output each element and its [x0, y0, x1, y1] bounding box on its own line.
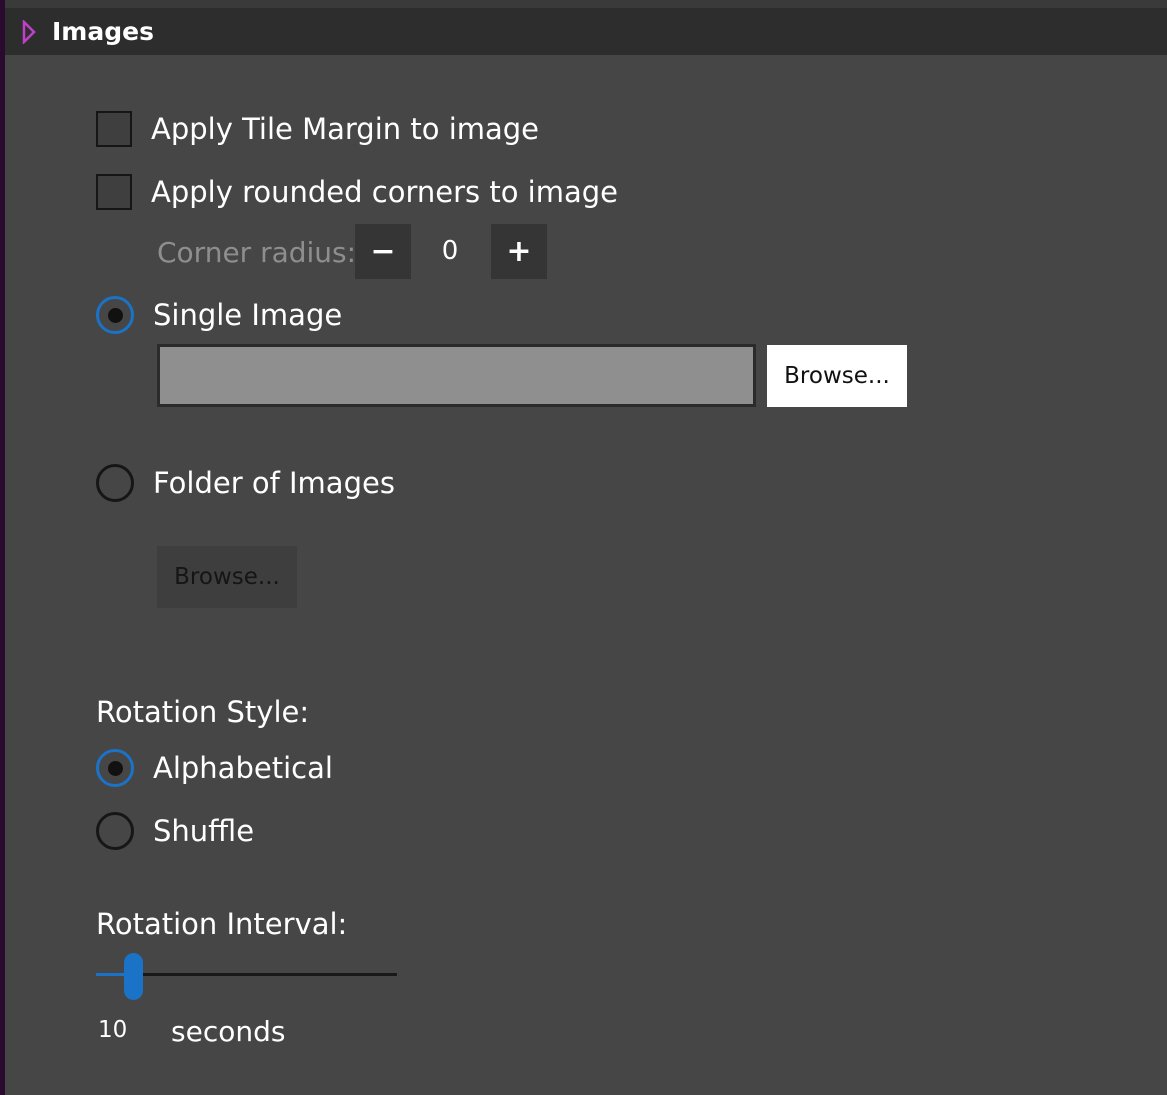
- rounded-corners-checkbox-row[interactable]: Apply rounded corners to image: [96, 174, 618, 210]
- shuffle-radio-row[interactable]: Shuffle: [96, 812, 254, 850]
- single-image-radio[interactable]: [96, 296, 134, 334]
- rotation-style-label: Rotation Style:: [96, 695, 310, 729]
- single-image-browse-button[interactable]: Browse...: [767, 345, 907, 407]
- rounded-corners-checkbox[interactable]: [96, 174, 132, 210]
- section-header[interactable]: Images: [5, 8, 1167, 55]
- folder-radio[interactable]: [96, 464, 134, 502]
- radio-selected-dot: [107, 760, 123, 776]
- corner-radius-value: 0: [441, 236, 459, 266]
- rotation-interval-label: Rotation Interval:: [96, 907, 348, 941]
- rotation-interval-unit: seconds: [171, 1015, 286, 1048]
- rotation-interval-slider-thumb[interactable]: [124, 953, 143, 1000]
- folder-label: Folder of Images: [153, 466, 395, 500]
- window-left-edge: [0, 0, 5, 1095]
- rounded-corners-label: Apply rounded corners to image: [151, 175, 618, 209]
- single-image-path-input[interactable]: [157, 344, 756, 407]
- corner-radius-increment-button[interactable]: +: [491, 224, 547, 279]
- alphabetical-radio[interactable]: [96, 749, 134, 787]
- alphabetical-radio-row[interactable]: Alphabetical: [96, 749, 333, 787]
- top-strip: [5, 0, 1167, 8]
- section-title: Images: [52, 17, 154, 46]
- alphabetical-label: Alphabetical: [153, 751, 333, 785]
- tile-margin-checkbox[interactable]: [96, 111, 132, 147]
- tile-margin-label: Apply Tile Margin to image: [151, 112, 540, 146]
- folder-radio-row[interactable]: Folder of Images: [96, 464, 395, 502]
- folder-browse-button[interactable]: Browse...: [157, 546, 297, 608]
- tile-margin-checkbox-row[interactable]: Apply Tile Margin to image: [96, 111, 539, 147]
- triangle-right-icon[interactable]: [22, 17, 50, 47]
- corner-radius-decrement-button[interactable]: −: [355, 224, 411, 279]
- radio-selected-dot: [107, 307, 123, 323]
- shuffle-label: Shuffle: [153, 814, 255, 848]
- corner-radius-label: Corner radius:: [157, 236, 357, 269]
- single-image-radio-row[interactable]: Single Image: [96, 296, 342, 334]
- single-image-label: Single Image: [153, 298, 343, 332]
- shuffle-radio[interactable]: [96, 812, 134, 850]
- rotation-interval-value: 10: [98, 1017, 128, 1043]
